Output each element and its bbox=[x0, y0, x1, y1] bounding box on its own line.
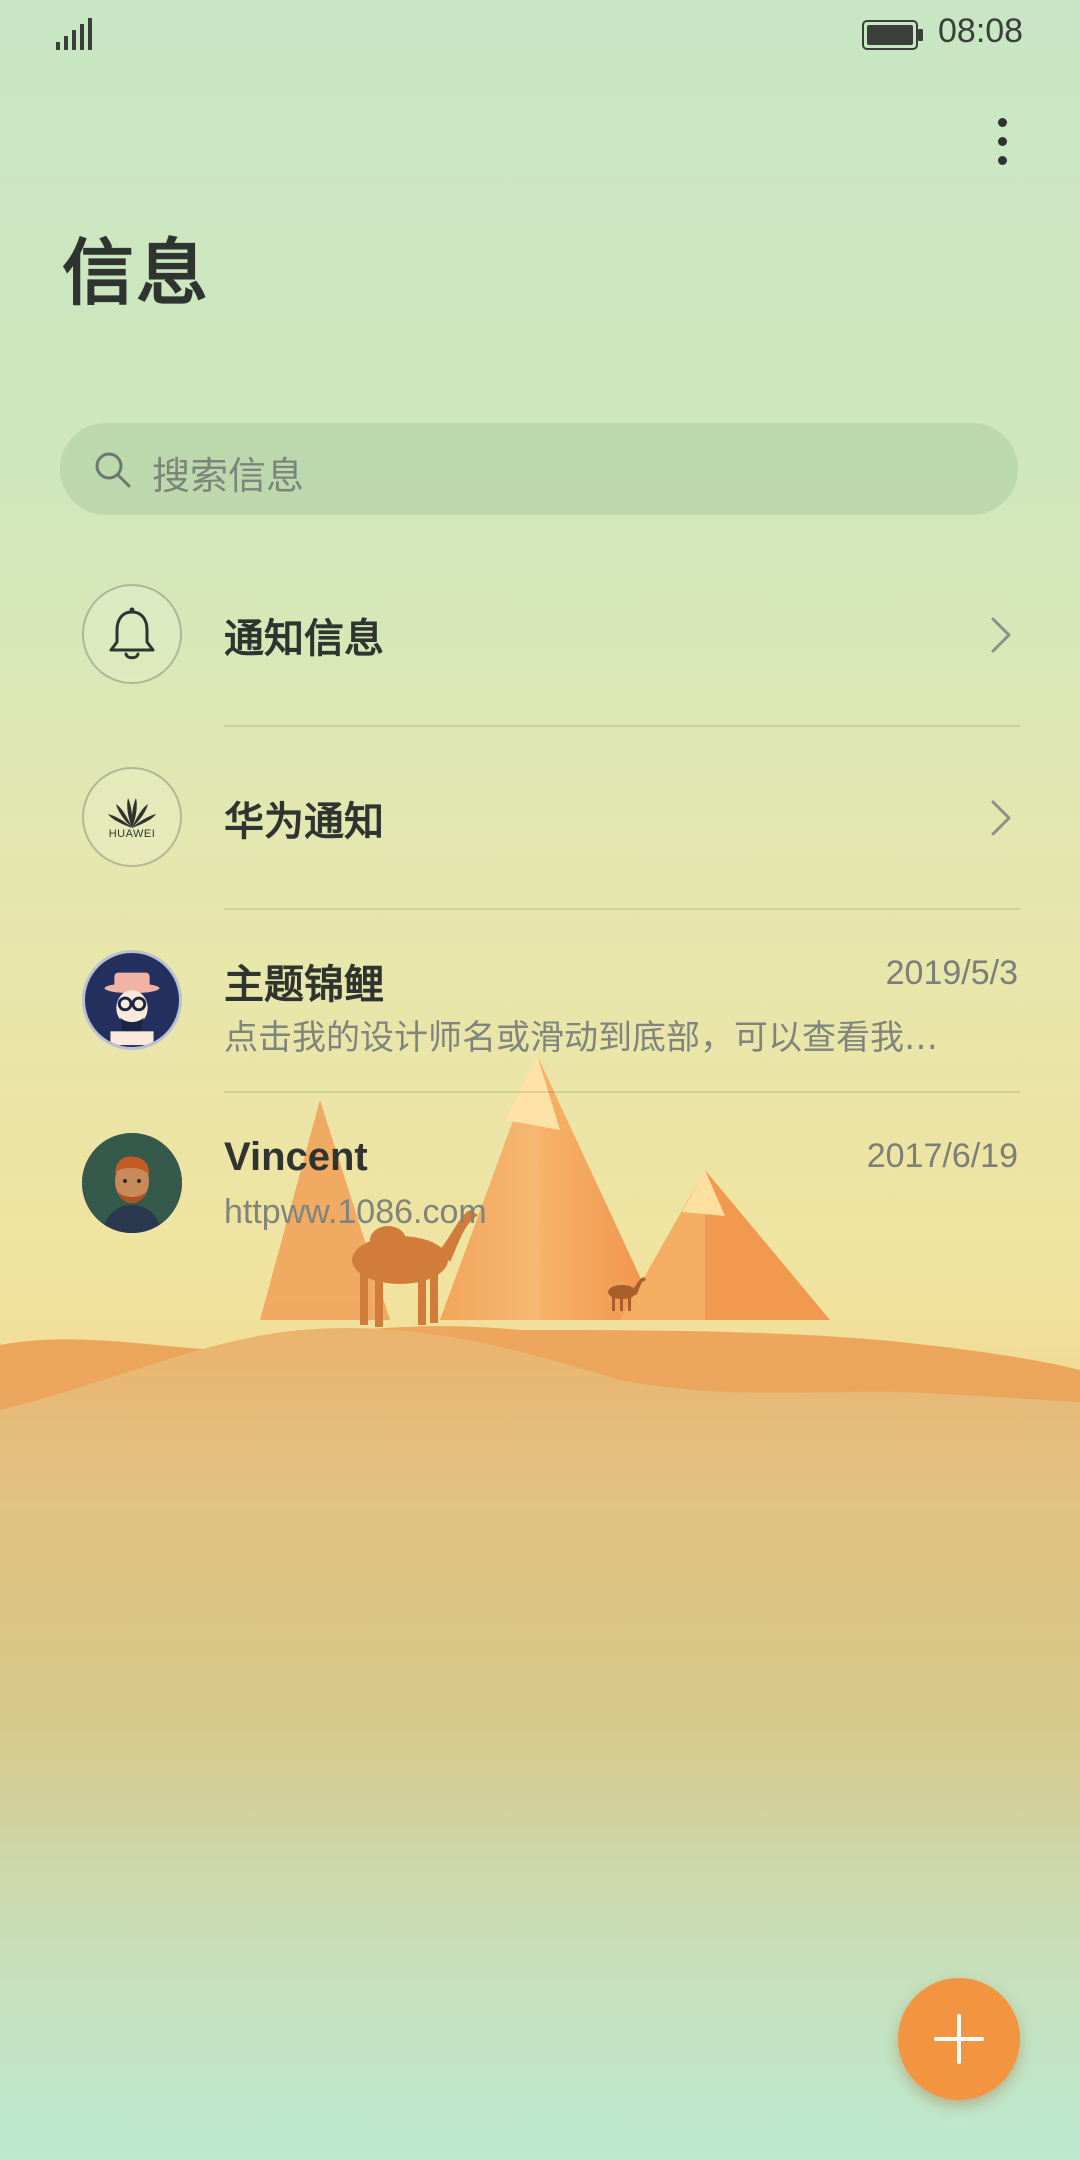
search-input[interactable]: 搜索信息 bbox=[60, 423, 1018, 515]
status-bar: 08:08 bbox=[0, 0, 1080, 72]
search-placeholder: 搜索信息 bbox=[152, 454, 305, 498]
portrait-avatar-art bbox=[82, 1133, 182, 1233]
page-title: 信息 bbox=[62, 231, 211, 315]
more-vertical-icon bbox=[997, 117, 1007, 127]
new-message-button[interactable] bbox=[898, 1978, 1020, 2100]
bell-avatar bbox=[82, 584, 182, 684]
status-time: 08:08 bbox=[938, 12, 1024, 50]
search-icon bbox=[95, 452, 131, 488]
hat-glasses-avatar bbox=[82, 950, 182, 1050]
huawei-logo bbox=[108, 798, 156, 828]
signal-icon bbox=[56, 18, 92, 50]
conversation-title: 通知信息 bbox=[224, 616, 384, 662]
list-item-conversation[interactable]: Vincent 2017/6/19 httpww.1086.com bbox=[0, 1093, 1080, 1276]
list-item-notifications[interactable]: 通知信息 bbox=[0, 544, 1080, 727]
conversation-date: 2017/6/19 bbox=[866, 1137, 1018, 1175]
bell-icon bbox=[109, 607, 155, 660]
list-item-conversation[interactable]: 主题锦鲤 2019/5/3 点击我的设计师名或滑动到底部，可以查看我… bbox=[0, 910, 1080, 1093]
conversation-preview: 点击我的设计师名或滑动到底部，可以查看我… bbox=[224, 1018, 938, 1058]
more-options-button[interactable] bbox=[980, 110, 1024, 172]
portrait-avatar bbox=[82, 1133, 182, 1233]
huawei-avatar: HUAWEI bbox=[82, 767, 182, 867]
hat-glasses-avatar-art bbox=[104, 972, 160, 1046]
conversation-title: 主题锦鲤 bbox=[224, 962, 384, 1008]
chevron-right-icon bbox=[991, 617, 1011, 653]
plus-icon bbox=[934, 2014, 984, 2064]
list-item-huawei-notifications[interactable]: HUAWEI 华为通知 bbox=[0, 727, 1080, 910]
chevron-right-icon bbox=[991, 800, 1011, 836]
conversation-preview: httpww.1086.com bbox=[224, 1193, 487, 1231]
conversation-title: Vincent bbox=[224, 1135, 368, 1179]
more-vertical-icon-dot bbox=[997, 136, 1007, 146]
huawei-logo-text: HUAWEI bbox=[108, 828, 156, 840]
more-vertical-icon-dot bbox=[997, 155, 1007, 165]
conversation-date: 2019/5/3 bbox=[885, 954, 1018, 992]
conversation-title: 华为通知 bbox=[224, 799, 384, 845]
battery-icon bbox=[862, 20, 923, 50]
